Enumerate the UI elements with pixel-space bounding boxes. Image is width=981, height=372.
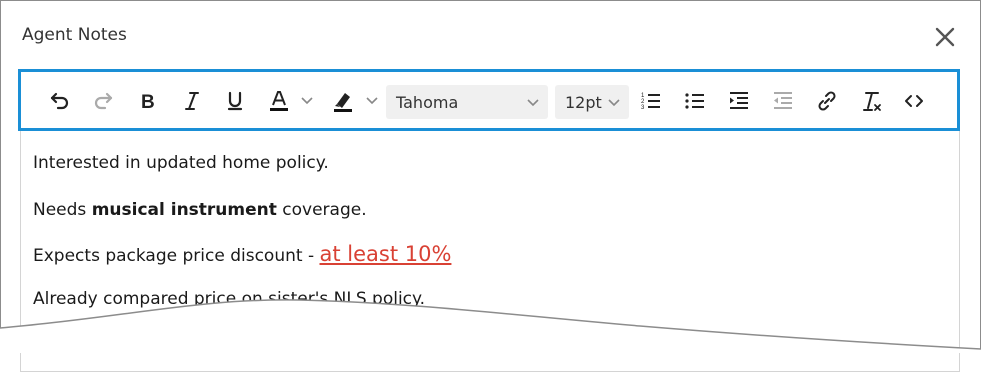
outdent-icon[interactable] [768,86,798,116]
underline-icon[interactable] [220,86,250,116]
font-size-value: 12pt [565,92,602,112]
font-family-select[interactable]: Tahoma [386,85,548,119]
close-icon[interactable] [931,23,959,51]
note-line: Interested in updated home policy. [33,153,329,173]
indent-icon[interactable] [724,86,754,116]
redo-icon[interactable] [89,86,119,116]
clear-formatting-icon[interactable] [856,86,886,116]
svg-text:B: B [141,92,155,113]
source-code-icon[interactable] [899,86,929,116]
bold-icon[interactable]: B [133,86,163,116]
svg-text:3: 3 [641,105,645,111]
text-color-dropdown-icon[interactable] [297,86,317,116]
ordered-list-icon[interactable]: 1 2 3 [636,86,666,116]
font-size-select[interactable]: 12pt [555,85,629,119]
note-line: Expects package price discount - at leas… [33,242,452,266]
highlight-dropdown-icon[interactable] [362,86,382,116]
undo-icon[interactable] [44,86,74,116]
highlight-icon[interactable] [328,86,358,116]
note-line: Already compared price on sister's NLS p… [33,289,426,309]
editor-toolbar: B Tahoma 12pt 1 2 3 [18,69,960,131]
text-color-icon[interactable] [264,86,294,116]
italic-icon[interactable] [177,86,207,116]
link-icon[interactable] [812,86,842,116]
note-line: Needs musical instrument coverage. [33,200,367,220]
chevron-down-icon [527,99,539,107]
highlighted-text: at least 10% [319,242,452,266]
font-family-value: Tahoma [396,92,459,112]
bold-text: musical instrument [91,200,277,220]
chevron-down-icon [608,99,620,107]
dialog-title: Agent Notes [22,25,127,45]
bullet-list-icon[interactable] [680,86,710,116]
